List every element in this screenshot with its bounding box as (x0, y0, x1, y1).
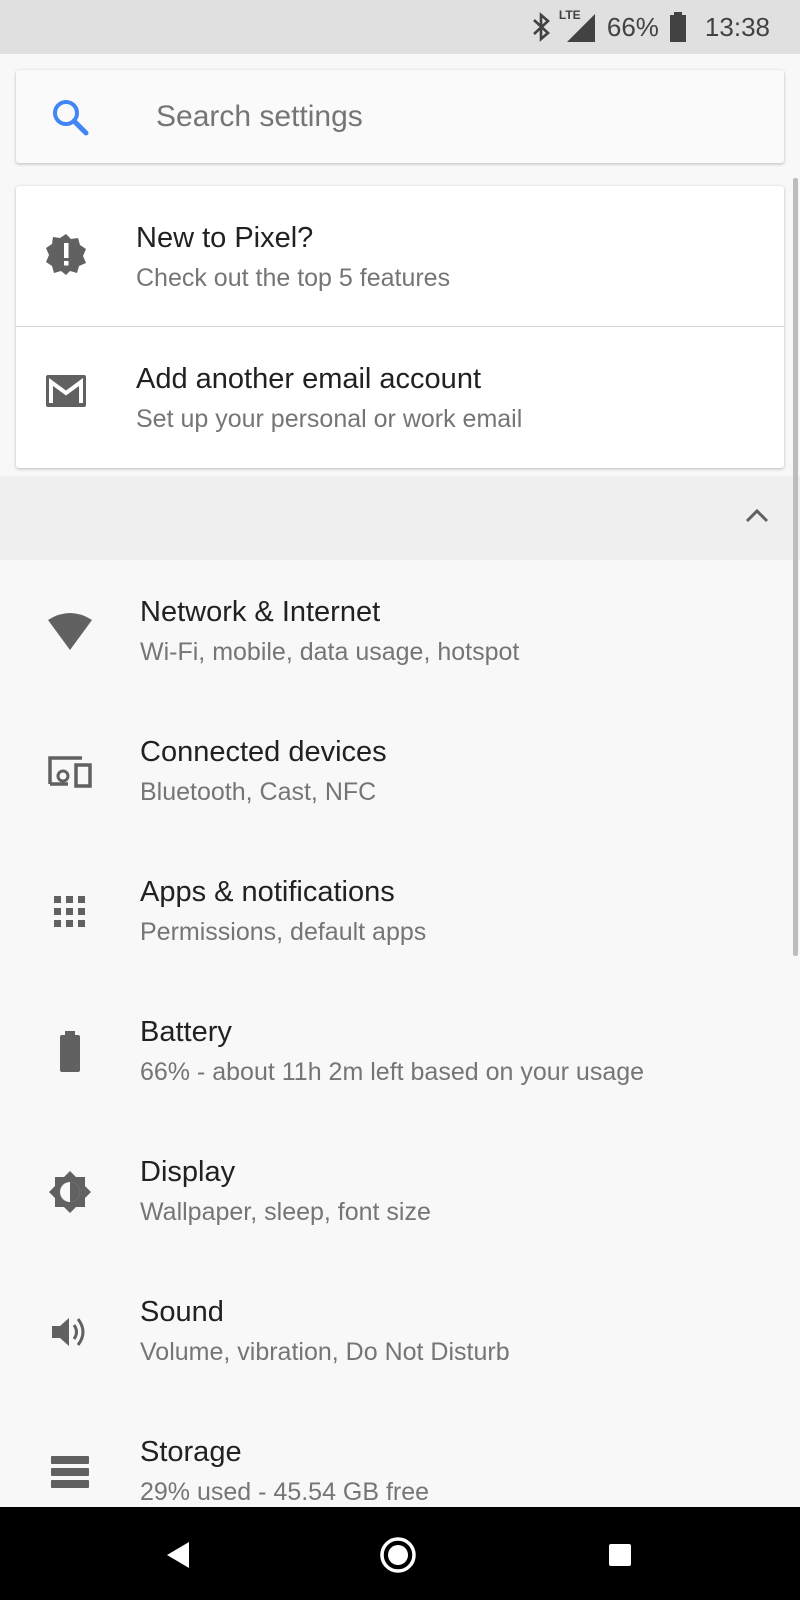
suggestions-card: New to Pixel? Check out the top 5 featur… (16, 186, 784, 468)
setting-title: Sound (140, 1296, 224, 1328)
navigation-bar (0, 1507, 800, 1600)
setting-subtitle: 29% used - 45.54 GB free (140, 1478, 430, 1506)
suggestion-new-to-pixel[interactable]: New to Pixel? Check out the top 5 featur… (16, 186, 784, 327)
setting-network-internet[interactable]: Network & Internet Wi-Fi, mobile, data u… (0, 560, 800, 700)
setting-title: Battery (140, 1016, 232, 1048)
setting-title: Apps & notifications (140, 876, 395, 908)
back-icon[interactable] (158, 1535, 198, 1575)
setting-battery[interactable]: Battery 66% - about 11h 2m left based on… (0, 980, 800, 1120)
status-bar: LTE 66% 13:38 (0, 0, 800, 54)
apps-grid-icon (44, 886, 96, 938)
brightness-icon (44, 1166, 96, 1218)
setting-display[interactable]: Display Wallpaper, sleep, font size (0, 1120, 800, 1260)
search-icon[interactable] (50, 97, 90, 142)
setting-subtitle: Bluetooth, Cast, NFC (140, 778, 377, 806)
search-bar[interactable]: Search settings (16, 70, 784, 163)
volume-icon (44, 1306, 96, 1358)
battery-icon (44, 1026, 96, 1078)
storage-icon (44, 1446, 96, 1498)
search-placeholder[interactable]: Search settings (156, 100, 363, 134)
scrollbar[interactable] (793, 178, 798, 956)
suggestion-title: New to Pixel? (136, 222, 314, 254)
gmail-icon (44, 373, 88, 414)
clock: 13:38 (704, 11, 770, 42)
setting-title: Display (140, 1156, 236, 1188)
suggestion-title: Add another email account (136, 363, 481, 395)
suggestion-subtitle: Check out the top 5 features (136, 264, 451, 292)
battery-icon (669, 12, 687, 42)
setting-subtitle: Wi-Fi, mobile, data usage, hotspot (140, 638, 520, 666)
wifi-icon (44, 606, 96, 658)
setting-title: Network & Internet (140, 596, 381, 628)
recents-icon[interactable] (600, 1535, 640, 1575)
setting-subtitle: Wallpaper, sleep, font size (140, 1198, 431, 1226)
battery-percent: 66% (606, 11, 659, 42)
suggestion-add-email[interactable]: Add another email account Set up your pe… (16, 327, 784, 468)
setting-title: Storage (140, 1436, 242, 1468)
setting-connected-devices[interactable]: Connected devices Bluetooth, Cast, NFC (0, 700, 800, 840)
setting-subtitle: 66% - about 11h 2m left based on your us… (140, 1058, 645, 1086)
suggestions-collapse-row[interactable] (0, 476, 800, 560)
bluetooth-icon (531, 12, 553, 42)
suggestion-subtitle: Set up your personal or work email (136, 405, 523, 433)
badge-alert-icon (44, 232, 88, 281)
setting-subtitle: Volume, vibration, Do Not Disturb (140, 1338, 510, 1366)
home-icon[interactable] (378, 1535, 418, 1575)
network-type-label: LTE (558, 8, 581, 22)
setting-sound[interactable]: Sound Volume, vibration, Do Not Disturb (0, 1260, 800, 1400)
signal-icon: LTE (559, 8, 597, 44)
devices-icon (44, 746, 96, 798)
chevron-up-icon[interactable] (744, 506, 770, 529)
setting-title: Connected devices (140, 736, 387, 768)
setting-apps-notifications[interactable]: Apps & notifications Permissions, defaul… (0, 840, 800, 980)
setting-subtitle: Permissions, default apps (140, 918, 427, 946)
